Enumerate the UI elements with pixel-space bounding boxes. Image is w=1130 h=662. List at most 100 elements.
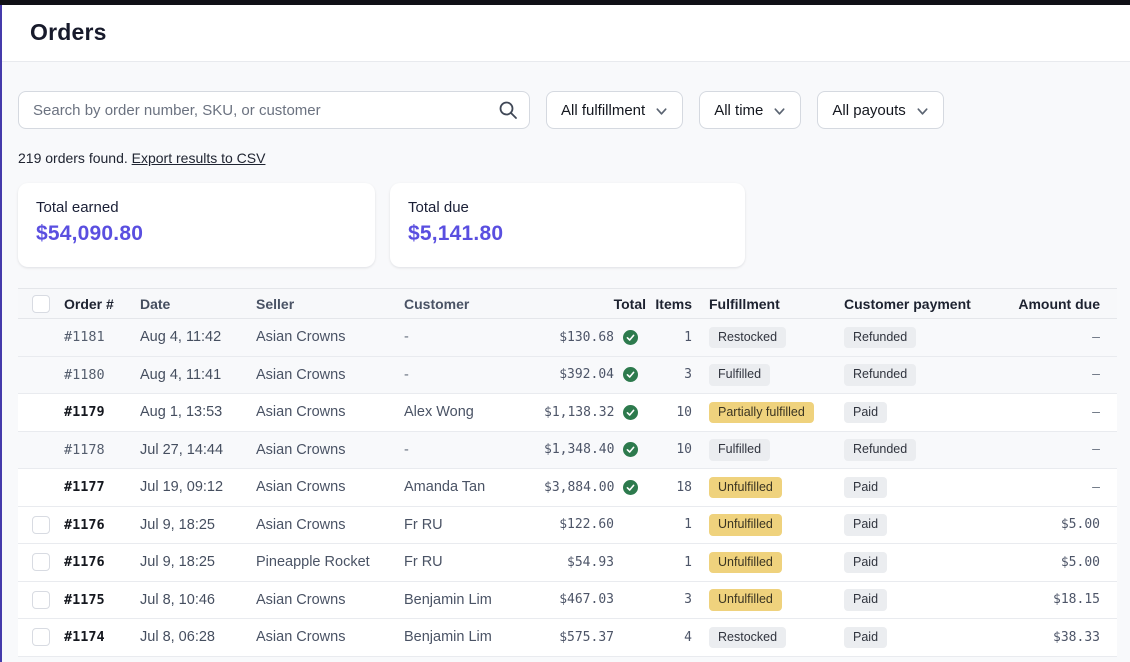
payment-cell: Refunded bbox=[844, 364, 1004, 386]
chevron-down-icon bbox=[655, 105, 668, 118]
payment-badge: Paid bbox=[844, 552, 887, 574]
table-row[interactable]: #1178 Jul 27, 14:44 Asian Crowns - $1,34… bbox=[18, 432, 1117, 470]
table-row[interactable]: #1177 Jul 19, 09:12 Asian Crowns Amanda … bbox=[18, 469, 1117, 507]
fulfillment-badge: Restocked bbox=[709, 627, 786, 649]
row-checkbox-cell bbox=[18, 516, 64, 534]
seller-name: Asian Crowns bbox=[256, 629, 404, 645]
fulfillment-cell: Restocked bbox=[692, 627, 844, 649]
order-number: #1180 bbox=[64, 367, 140, 383]
order-date: Aug 4, 11:41 bbox=[140, 367, 256, 383]
table-row[interactable]: #1179 Aug 1, 13:53 Asian Crowns Alex Won… bbox=[18, 394, 1117, 432]
fulfillment-badge: Unfulfilled bbox=[709, 477, 782, 499]
chevron-down-icon bbox=[773, 105, 786, 118]
payout-status-cell bbox=[614, 442, 646, 457]
order-date: Jul 9, 18:25 bbox=[140, 517, 256, 533]
customer-name: Amanda Tan bbox=[404, 479, 544, 495]
order-date: Jul 9, 18:25 bbox=[140, 554, 256, 570]
payout-status-cell bbox=[614, 330, 646, 345]
table-row[interactable]: #1176 Jul 9, 18:25 Pineapple Rocket Fr R… bbox=[18, 544, 1117, 582]
payout-check-icon bbox=[623, 367, 638, 382]
card-total-due: Total due $5,141.80 bbox=[390, 183, 745, 267]
table-row[interactable]: #1175 Jul 8, 10:46 Asian Crowns Benjamin… bbox=[18, 582, 1117, 620]
order-date: Aug 1, 13:53 bbox=[140, 404, 256, 420]
order-number: #1175 bbox=[64, 592, 140, 608]
table-row[interactable]: #1174 Jul 8, 06:28 Asian Crowns Benjamin… bbox=[18, 619, 1117, 657]
column-header-amount-due: Amount due bbox=[1004, 296, 1117, 312]
order-total: $1,348.40 bbox=[544, 442, 614, 457]
amount-due: $18.15 bbox=[1004, 592, 1117, 607]
items-count: 3 bbox=[646, 367, 692, 382]
order-total: $54.93 bbox=[544, 555, 614, 570]
table-row[interactable]: #1181 Aug 4, 11:42 Asian Crowns - $130.6… bbox=[18, 319, 1117, 357]
seller-name: Pineapple Rocket bbox=[256, 554, 404, 570]
select-all-checkbox-cell bbox=[18, 295, 64, 313]
customer-name: Alex Wong bbox=[404, 404, 544, 420]
order-date: Aug 4, 11:42 bbox=[140, 329, 256, 345]
table-row[interactable]: #1180 Aug 4, 11:41 Asian Crowns - $392.0… bbox=[18, 357, 1117, 395]
customer-name: Benjamin Lim bbox=[404, 629, 544, 645]
order-total: $575.37 bbox=[544, 630, 614, 645]
order-number: #1176 bbox=[64, 554, 140, 570]
row-checkbox[interactable] bbox=[32, 591, 50, 609]
fulfillment-badge: Partially fulfilled bbox=[709, 402, 814, 424]
amount-due: – bbox=[1004, 405, 1117, 420]
fulfillment-badge: Fulfilled bbox=[709, 439, 770, 461]
order-number: #1177 bbox=[64, 479, 140, 495]
seller-name: Asian Crowns bbox=[256, 517, 404, 533]
payout-check-icon bbox=[623, 442, 638, 457]
seller-name: Asian Crowns bbox=[256, 479, 404, 495]
column-header-payment: Customer payment bbox=[844, 296, 1004, 312]
table-body: #1181 Aug 4, 11:42 Asian Crowns - $130.6… bbox=[18, 319, 1117, 657]
items-count: 1 bbox=[646, 330, 692, 345]
order-date: Jul 19, 09:12 bbox=[140, 479, 256, 495]
payment-cell: Paid bbox=[844, 589, 1004, 611]
column-header-date: Date bbox=[140, 296, 256, 312]
column-header-order: Order # bbox=[64, 296, 140, 312]
order-date: Jul 8, 10:46 bbox=[140, 592, 256, 608]
filter-time[interactable]: All time bbox=[699, 91, 801, 129]
payout-check-icon bbox=[623, 480, 638, 495]
fulfillment-cell: Fulfilled bbox=[692, 364, 844, 386]
row-checkbox-cell bbox=[18, 591, 64, 609]
fulfillment-badge: Unfulfilled bbox=[709, 589, 782, 611]
window-left-edge bbox=[0, 5, 2, 662]
payment-cell: Paid bbox=[844, 402, 1004, 424]
card-total-due-value: $5,141.80 bbox=[408, 222, 727, 246]
row-checkbox[interactable] bbox=[32, 628, 50, 646]
results-summary: 219 orders found. Export results to CSV bbox=[18, 150, 1117, 166]
row-checkbox-cell bbox=[18, 628, 64, 646]
filter-payouts[interactable]: All payouts bbox=[817, 91, 943, 129]
card-total-earned-label: Total earned bbox=[36, 199, 357, 216]
column-header-customer: Customer bbox=[404, 296, 544, 312]
column-header-seller: Seller bbox=[256, 296, 404, 312]
order-total: $122.60 bbox=[544, 517, 614, 532]
export-csv-link[interactable]: Export results to CSV bbox=[132, 150, 266, 166]
fulfillment-badge: Fulfilled bbox=[709, 364, 770, 386]
row-checkbox[interactable] bbox=[32, 553, 50, 571]
seller-name: Asian Crowns bbox=[256, 404, 404, 420]
payment-cell: Paid bbox=[844, 552, 1004, 574]
row-checkbox[interactable] bbox=[32, 516, 50, 534]
payment-badge: Paid bbox=[844, 477, 887, 499]
table-row[interactable]: #1176 Jul 9, 18:25 Asian Crowns Fr RU $1… bbox=[18, 507, 1117, 545]
chevron-down-icon bbox=[916, 105, 929, 118]
seller-name: Asian Crowns bbox=[256, 329, 404, 345]
search-icon[interactable] bbox=[498, 100, 518, 120]
page-header: Orders bbox=[0, 5, 1130, 62]
items-count: 18 bbox=[646, 480, 692, 495]
search-input[interactable] bbox=[18, 91, 530, 129]
select-all-checkbox[interactable] bbox=[32, 295, 50, 313]
seller-name: Asian Crowns bbox=[256, 592, 404, 608]
payment-cell: Refunded bbox=[844, 439, 1004, 461]
page-title: Orders bbox=[30, 19, 1100, 46]
payment-badge: Paid bbox=[844, 627, 887, 649]
fulfillment-cell: Unfulfilled bbox=[692, 514, 844, 536]
table-header-row: Order # Date Seller Customer Total Items… bbox=[18, 288, 1117, 319]
order-date: Jul 27, 14:44 bbox=[140, 442, 256, 458]
customer-name: Fr RU bbox=[404, 554, 544, 570]
payout-check-icon bbox=[623, 330, 638, 345]
order-total: $130.68 bbox=[544, 330, 614, 345]
filter-fulfillment[interactable]: All fulfillment bbox=[546, 91, 683, 129]
seller-name: Asian Crowns bbox=[256, 442, 404, 458]
amount-due: – bbox=[1004, 480, 1117, 495]
